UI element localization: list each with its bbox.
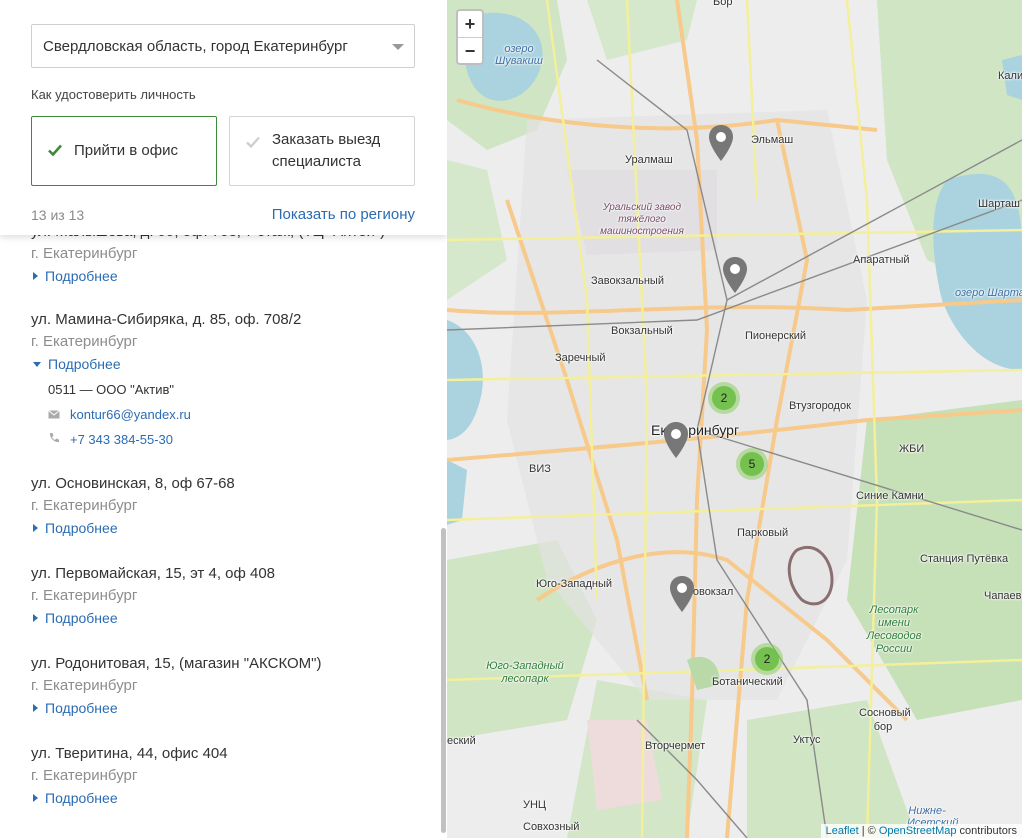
- office-phone-link[interactable]: +7 343 384-55-30: [70, 430, 173, 450]
- zoom-control: + −: [456, 9, 484, 65]
- office-city: г. Екатеринбург: [31, 767, 138, 784]
- office-marker[interactable]: [708, 124, 734, 162]
- map-label: ЖБИ: [899, 443, 925, 455]
- office-org: 0511 — ООО "Актив": [48, 382, 174, 397]
- office-address: ул. Первомайская, 15, эт 4, оф 408: [31, 565, 276, 582]
- map-pin-icon: [670, 576, 694, 612]
- map-label: Юго-Западный лесопарк: [486, 660, 564, 685]
- map-label: Совхозный: [523, 821, 580, 833]
- list-item: ул. Первомайская, 15, эт 4, оф 408 г. Ек…: [0, 554, 447, 644]
- office-email-link[interactable]: kontur66@yandex.ru: [70, 405, 191, 425]
- map-label: УНЦ: [523, 799, 547, 811]
- map-label: Сосновый бор: [859, 707, 911, 733]
- map-label: Кали: [998, 70, 1022, 82]
- results-count: 13 из 13: [31, 207, 85, 223]
- map-label: ВИЗ: [529, 463, 551, 475]
- map[interactable]: + − Бор озеро Шувакиш Уралмаш Эльмаш Ура…: [447, 0, 1022, 838]
- office-address: ул. Основинская, 8, оф 67-68: [31, 475, 235, 492]
- map-label: Заречный: [555, 352, 606, 364]
- caret-right-icon: [33, 614, 38, 622]
- details-toggle[interactable]: Подробнее: [31, 608, 447, 628]
- zoom-in-button[interactable]: +: [458, 11, 482, 37]
- map-label: Станция Путёвка: [920, 553, 1009, 565]
- map-label: Уральский завод тяжёлого машиностроения: [600, 202, 684, 237]
- osm-link[interactable]: OpenStreetMap: [879, 825, 957, 837]
- map-label: Вокзальный: [611, 325, 673, 337]
- list-scrollbar[interactable]: [441, 528, 446, 833]
- office-city: г. Екатеринбург: [31, 497, 138, 514]
- office-details: 0511 — ООО "Актив" kontur66@yandex.ru +7…: [31, 380, 447, 450]
- identity-label: Как удостоверить личность: [31, 87, 196, 102]
- phone-icon: [48, 430, 70, 450]
- map-label: Вторчермет: [645, 740, 706, 752]
- caret-right-icon: [33, 794, 38, 802]
- map-tiles: [447, 0, 1022, 838]
- map-label: Синие Камни: [856, 490, 924, 502]
- caret-right-icon: [33, 272, 38, 280]
- details-toggle[interactable]: Подробнее: [31, 266, 447, 286]
- details-toggle[interactable]: Подробнее: [31, 354, 447, 374]
- option-office-button[interactable]: Прийти в офис: [31, 116, 217, 186]
- list-item: ул. Основинская, 8, оф 67-68 г. Екатерин…: [0, 464, 447, 554]
- caret-right-icon: [33, 704, 38, 712]
- map-attribution: Leaflet | © OpenStreetMap contributors: [820, 824, 1022, 838]
- list-item: ул. Родонитовая, 15, (магазин "АКСКОМ") …: [0, 644, 447, 734]
- caret-right-icon: [33, 524, 38, 532]
- map-label: Шарташ: [978, 198, 1020, 210]
- map-pin-icon: [664, 422, 688, 458]
- map-label: Пионерский: [745, 330, 807, 342]
- map-label: еский: [447, 735, 476, 747]
- map-label: Ботанический: [712, 676, 783, 688]
- map-label: Бор: [713, 0, 733, 8]
- map-label: Парковый: [737, 527, 789, 539]
- map-label: озеро Шувакиш: [495, 43, 543, 67]
- office-city: г. Екатеринбург: [31, 245, 138, 262]
- leaflet-link[interactable]: Leaflet: [826, 825, 859, 837]
- office-address: ул. Родонитовая, 15, (магазин "АКСКОМ"): [31, 655, 322, 672]
- show-by-region-link[interactable]: Показать по региону: [272, 206, 415, 223]
- office-city: г. Екатеринбург: [31, 333, 138, 350]
- filters-header: Свердловская область, город Екатеринбург…: [0, 0, 447, 235]
- details-toggle[interactable]: Подробнее: [31, 698, 447, 718]
- region-select[interactable]: Свердловская область, город Екатеринбург: [31, 24, 415, 68]
- map-label: Завокзальный: [591, 275, 664, 287]
- office-marker[interactable]: [669, 575, 695, 613]
- map-label: Апаратный: [853, 254, 910, 266]
- option-visit-button[interactable]: Заказать выезд специалиста: [229, 116, 415, 186]
- office-marker[interactable]: [722, 256, 748, 294]
- check-icon: [48, 144, 62, 158]
- list-item: ул. Тверитина, 44, офис 404 г. Екатеринб…: [0, 734, 447, 824]
- caret-down-icon: [33, 361, 41, 367]
- envelope-icon: [48, 405, 70, 425]
- map-label: Эльмаш: [751, 134, 794, 146]
- map-label: Уктус: [793, 734, 821, 746]
- map-label: озеро Шарташ: [955, 287, 1022, 299]
- chevron-down-icon: [392, 44, 404, 50]
- zoom-out-button[interactable]: −: [458, 37, 482, 63]
- list-item: ул. Мамина-Сибиряка, д. 85, оф. 708/2 г.…: [0, 300, 447, 464]
- map-label: Уралмаш: [625, 154, 673, 166]
- check-icon: [246, 136, 260, 150]
- office-city: г. Екатеринбург: [31, 677, 138, 694]
- details-toggle[interactable]: Подробнее: [31, 518, 447, 538]
- map-label: Втузгородок: [789, 400, 851, 412]
- details-toggle[interactable]: Подробнее: [31, 788, 447, 808]
- map-pin-icon: [723, 257, 747, 293]
- map-pin-icon: [709, 125, 733, 161]
- offices-panel: ул. Малышева, д. 99, оф. 703, 7 этаж, (Т…: [0, 0, 447, 838]
- offices-list: ул. Малышева, д. 99, оф. 703, 7 этаж, (Т…: [0, 210, 447, 824]
- office-city: г. Екатеринбург: [31, 587, 138, 604]
- marker-cluster[interactable]: 2: [708, 382, 740, 414]
- region-select-value: Свердловская область, город Екатеринбург: [43, 37, 348, 55]
- marker-cluster[interactable]: 2: [751, 643, 783, 675]
- map-label: Юго-Западный: [536, 578, 613, 590]
- office-marker[interactable]: [663, 421, 689, 459]
- office-address: ул. Мамина-Сибиряка, д. 85, оф. 708/2: [31, 311, 302, 328]
- marker-cluster[interactable]: 5: [736, 448, 768, 480]
- map-label: Чапаев: [984, 590, 1022, 602]
- map-label: Лесопарк имени Лесоводов России: [866, 604, 922, 655]
- office-address: ул. Тверитина, 44, офис 404: [31, 745, 228, 762]
